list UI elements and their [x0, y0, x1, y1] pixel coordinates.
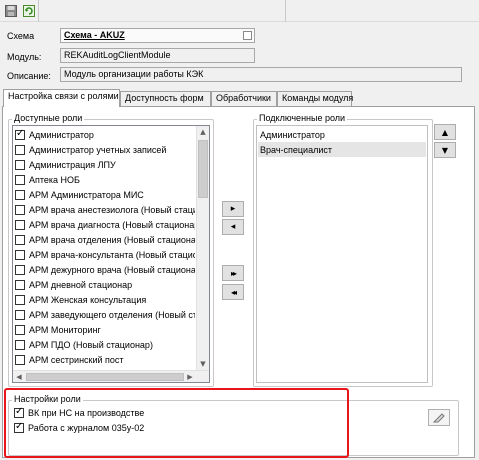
tab-module-commands[interactable]: Команды модуля — [277, 91, 353, 106]
setting-checkbox[interactable] — [14, 406, 24, 418]
role-label: Администратор учетных записей — [29, 144, 167, 155]
role-list-item[interactable]: Администратор — [15, 127, 195, 142]
available-roles-list[interactable]: Администратор Администратор учетных запис… — [12, 125, 210, 383]
module-label: Модуль: — [7, 52, 42, 62]
role-label: АРМ ПДО (Новый стационар) — [29, 339, 153, 350]
move-down-button[interactable]: ▼ — [434, 142, 456, 158]
available-roles-items: Администратор Администратор учетных запис… — [15, 127, 195, 370]
role-label: АРМ врача-консультанта (Новый стацион — [29, 249, 195, 260]
role-checkbox[interactable] — [15, 309, 25, 320]
toolbar — [0, 0, 479, 22]
role-checkbox[interactable] — [15, 279, 25, 290]
pencil-icon — [433, 412, 445, 422]
role-label: АРМ врача диагноста (Новый стационар) — [29, 219, 195, 230]
save-icon[interactable] — [3, 3, 19, 19]
schema-value: Схема - AKUZ — [64, 30, 125, 40]
role-label: АРМ врача анестезиолога (Новый стацио — [29, 204, 195, 215]
role-checkbox[interactable] — [15, 354, 25, 365]
toolbar-separator — [285, 0, 286, 22]
role-label: АРМ сестринский пост — [29, 354, 124, 365]
role-label: АРМ дневной стационар — [29, 279, 133, 290]
scroll-up-arrow-icon[interactable]: ▲ — [197, 126, 209, 138]
tab-handlers[interactable]: Обработчики — [211, 91, 277, 106]
role-checkbox[interactable] — [15, 128, 25, 140]
available-roles-vscroll[interactable]: ▲ ▼ — [196, 126, 209, 370]
description-field: Модуль организации работы КЭК — [60, 67, 462, 82]
available-roles-title: Доступные роли — [12, 113, 85, 123]
available-roles-hscroll[interactable]: ◀ ▶ — [13, 370, 209, 382]
role-list-item[interactable]: АРМ врача анестезиолога (Новый стацио — [15, 202, 195, 217]
setting-label: ВК при НС на производстве — [28, 407, 145, 418]
role-checkbox[interactable] — [15, 234, 25, 245]
role-checkbox[interactable] — [15, 189, 25, 200]
role-checkbox[interactable] — [15, 204, 25, 215]
role-list-item[interactable]: АРМ врача диагноста (Новый стационар) — [15, 217, 195, 232]
role-setting-item[interactable]: ВК при НС на производстве — [14, 405, 314, 420]
module-field: REKAuditLogClientModule — [60, 48, 255, 63]
role-checkbox[interactable] — [15, 324, 25, 335]
role-settings-list: ВК при НС на производстве Работа с журнал… — [14, 405, 314, 435]
role-label: Аптека НОБ — [29, 174, 80, 185]
move-up-button[interactable]: ▲ — [434, 124, 456, 140]
schema-field[interactable]: Схема - AKUZ — [60, 28, 255, 43]
role-label: АРМ Мониторинг — [29, 324, 101, 335]
role-checkbox[interactable] — [15, 219, 25, 230]
role-checkbox[interactable] — [15, 264, 25, 275]
tab-form-availability[interactable]: Доступность форм — [120, 91, 211, 106]
connected-roles-items: Администратор Врач-специалист — [258, 127, 426, 157]
remove-all-roles-button[interactable]: ◂◂ — [222, 284, 244, 300]
role-list-item[interactable]: Администрация ЛПУ — [15, 157, 195, 172]
role-list-item[interactable]: АРМ Мониторинг — [15, 322, 195, 337]
role-setting-item[interactable]: Работа с журналом 035у-02 — [14, 420, 314, 435]
scroll-down-arrow-icon[interactable]: ▼ — [197, 358, 209, 370]
role-list-item[interactable]: АРМ ПДО (Новый стационар) — [15, 337, 195, 352]
scroll-right-arrow-icon[interactable]: ▶ — [184, 371, 196, 382]
role-list-item[interactable]: АРМ сестринский пост — [15, 352, 195, 367]
role-checkbox[interactable] — [15, 249, 25, 260]
edit-settings-button[interactable] — [428, 409, 450, 426]
setting-label: Работа с журналом 035у-02 — [28, 422, 145, 433]
role-list-item[interactable]: АРМ Женская консультация — [15, 292, 195, 307]
role-list-item[interactable]: Администратор учетных записей — [15, 142, 195, 157]
toolbar-separator — [38, 0, 39, 22]
hscroll-thumb[interactable] — [26, 373, 184, 381]
role-checkbox[interactable] — [15, 174, 25, 185]
role-checkbox[interactable] — [15, 144, 25, 155]
role-list-item[interactable]: АРМ врача-консультанта (Новый стацион — [15, 247, 195, 262]
setting-checkbox[interactable] — [14, 421, 24, 433]
role-label: АРМ Администратора МИС — [29, 189, 144, 200]
role-label: Администратор — [29, 129, 94, 140]
connected-role-item[interactable]: Врач-специалист — [258, 142, 426, 157]
role-settings-title: Настройки роли — [12, 394, 83, 404]
tab-role-links[interactable]: Настройка связи с ролями — [3, 89, 120, 107]
connected-roles-title: Подключенные роли — [257, 113, 348, 123]
description-label: Описание: — [7, 71, 51, 81]
scroll-left-arrow-icon[interactable]: ◀ — [13, 371, 25, 382]
scroll-thumb[interactable] — [198, 140, 208, 198]
schema-lookup-button[interactable] — [243, 31, 252, 40]
add-role-button[interactable]: ▸ — [222, 201, 244, 217]
role-list-item[interactable]: АРМ Администратора МИС — [15, 187, 195, 202]
connected-role-item[interactable]: Администратор — [258, 127, 426, 142]
role-checkbox[interactable] — [15, 159, 25, 170]
role-label: Администрация ЛПУ — [29, 159, 116, 170]
role-list-item[interactable]: АРМ дневной стационар — [15, 277, 195, 292]
role-label: АРМ Женская консультация — [29, 294, 147, 305]
connected-roles-list[interactable]: Администратор Врач-специалист — [256, 125, 428, 383]
role-checkbox[interactable] — [15, 294, 25, 305]
role-checkbox[interactable] — [15, 339, 25, 350]
role-label: АРМ врача отделения (Новый стационар) — [29, 234, 195, 245]
remove-role-button[interactable]: ◂ — [222, 219, 244, 235]
refresh-icon[interactable] — [21, 3, 37, 19]
schema-label: Схема — [7, 31, 35, 41]
role-list-item[interactable]: АРМ заведующего отделения (Новый ста — [15, 307, 195, 322]
role-label: АРМ заведующего отделения (Новый ста — [29, 309, 195, 320]
role-list-item[interactable]: Аптека НОБ — [15, 172, 195, 187]
role-list-item[interactable]: АРМ дежурного врача (Новый стационар — [15, 262, 195, 277]
add-all-roles-button[interactable]: ▸▸ — [222, 265, 244, 281]
role-list-item[interactable]: АРМ врача отделения (Новый стационар) — [15, 232, 195, 247]
role-label: АРМ дежурного врача (Новый стационар — [29, 264, 195, 275]
